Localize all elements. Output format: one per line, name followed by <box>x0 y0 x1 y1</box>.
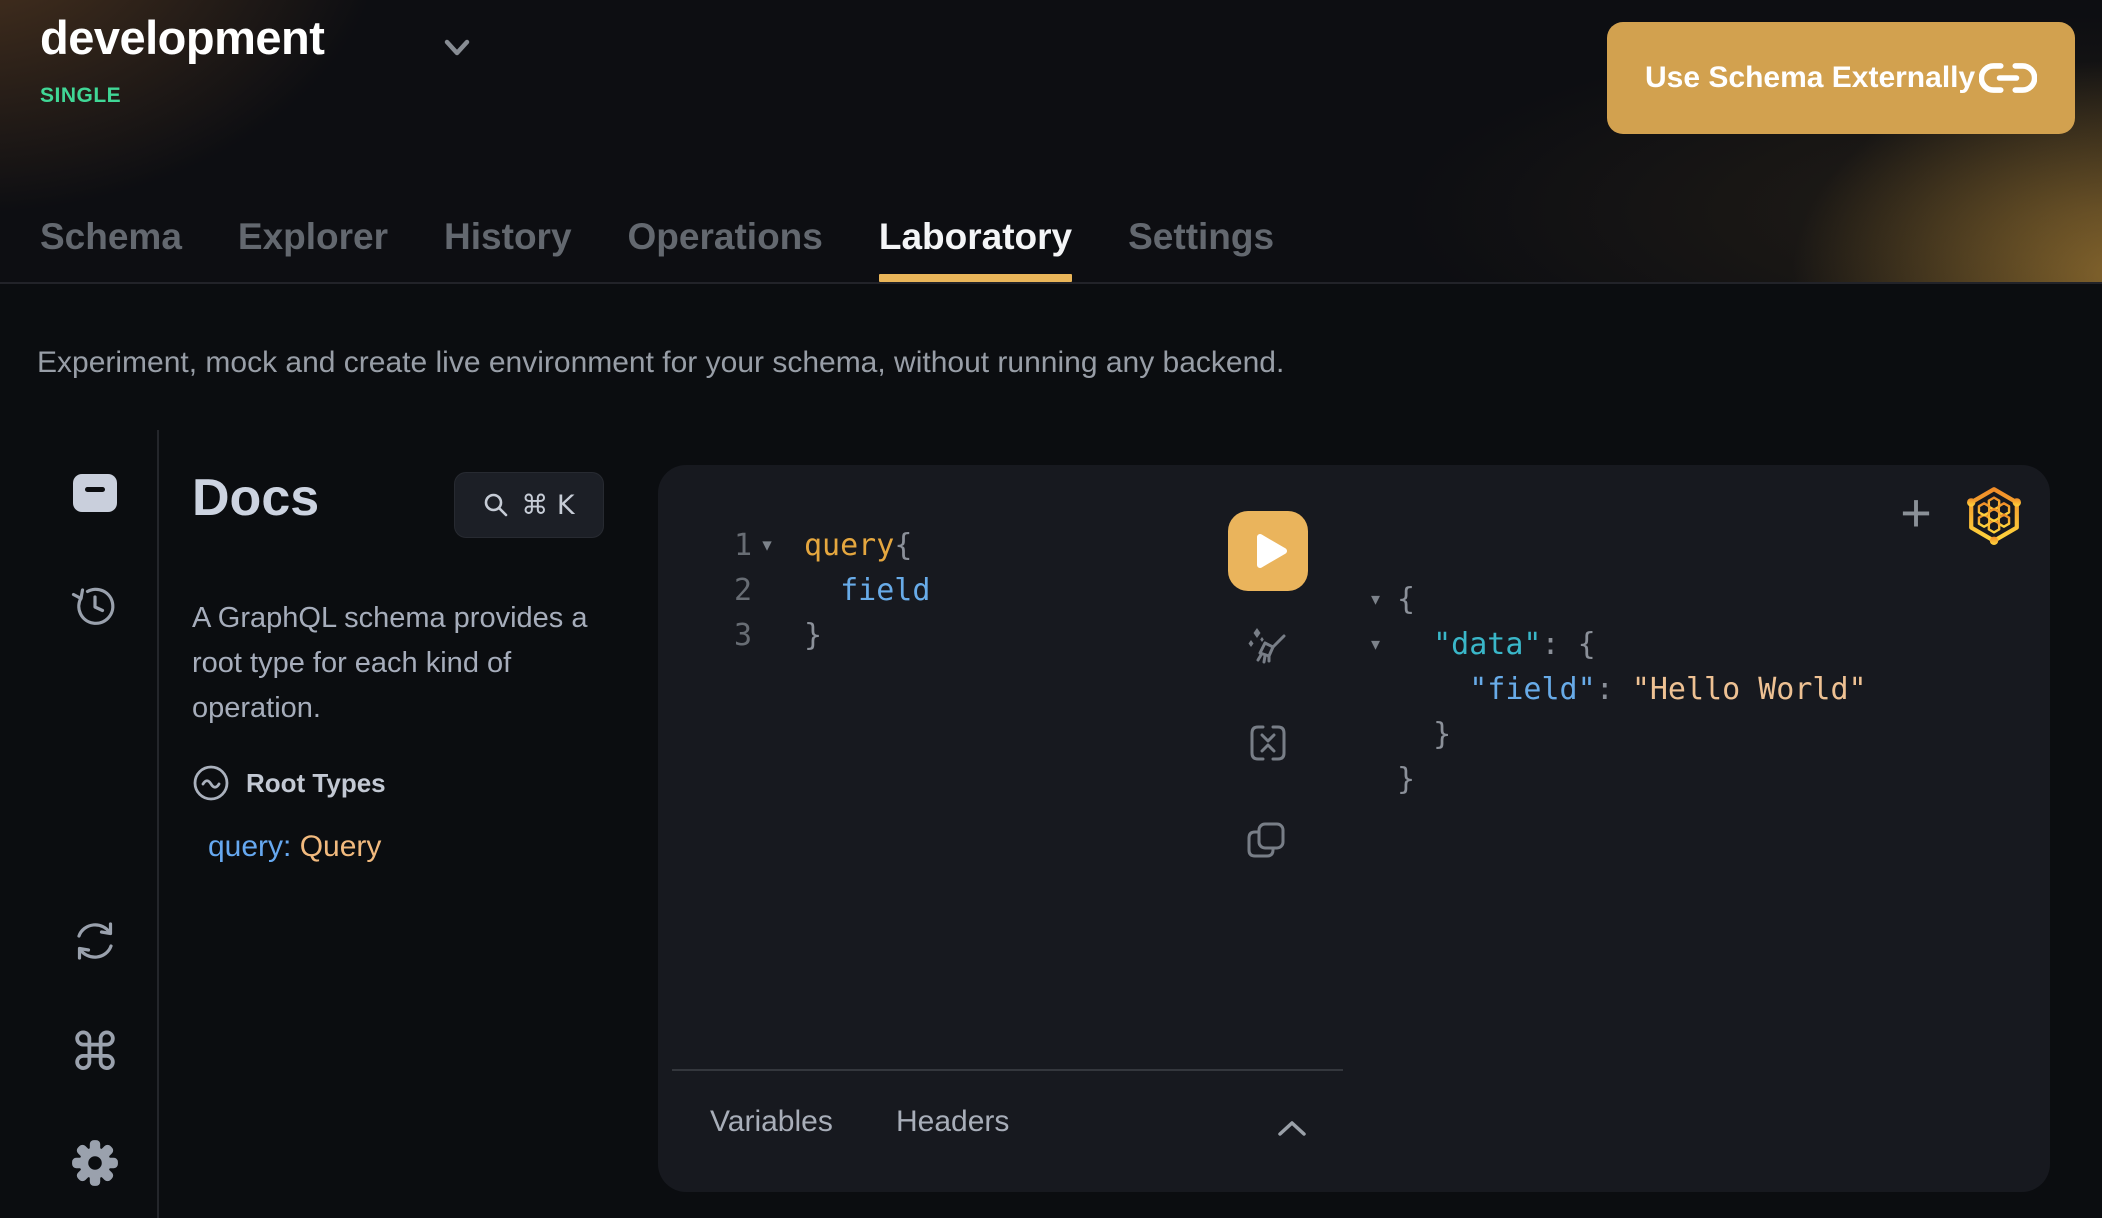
chevron-down-icon <box>436 30 478 64</box>
editor-line: 1 ▾ query{ <box>708 523 930 568</box>
tab-explorer[interactable]: Explorer <box>238 192 388 282</box>
response-text: { <box>1397 577 1415 622</box>
docs-search-button[interactable]: ⌘ K <box>454 472 604 538</box>
prettify-button[interactable] <box>1244 623 1292 671</box>
fold-arrow-icon[interactable]: ▾ <box>752 523 782 568</box>
response-text: "field": "Hello World" <box>1397 667 1867 712</box>
project-switcher[interactable] <box>436 30 478 69</box>
docs-icon <box>71 470 119 516</box>
response-line: ▾ { <box>1371 577 1867 622</box>
tab-schema[interactable]: Schema <box>40 192 182 282</box>
fold-arrow-icon[interactable]: ▾ <box>1371 577 1397 622</box>
laboratory-page: development SINGLE Use Schema Externally… <box>0 0 2102 1218</box>
environment-badge: SINGLE <box>40 84 121 108</box>
reload-icon <box>70 916 120 966</box>
sidebar-item-docs[interactable] <box>70 468 120 518</box>
response-text: "data": { <box>1397 622 1596 667</box>
root-types-section[interactable]: Root Types <box>192 764 386 802</box>
code-text: } <box>782 613 822 658</box>
response-line: "field": "Hello World" <box>1371 667 1867 712</box>
fold-arrow-icon <box>752 613 782 658</box>
link-icon <box>1979 49 2037 107</box>
tab-history[interactable]: History <box>444 192 571 282</box>
prettify-icon <box>1244 623 1292 671</box>
fold-arrow-icon <box>1371 667 1397 712</box>
editor-footer-divider <box>672 1069 1343 1071</box>
root-types-icon <box>192 764 230 802</box>
fold-arrow-icon <box>1371 757 1397 802</box>
gear-icon <box>70 1138 120 1188</box>
sidebar-item-history[interactable] <box>70 580 120 630</box>
main-nav-tabs: Schema Explorer History Operations Labor… <box>40 192 1274 282</box>
docs-description: A GraphQL schema provides a root type fo… <box>192 596 616 731</box>
chevron-up-icon <box>1275 1119 1309 1139</box>
line-number: 3 <box>708 613 752 658</box>
add-tab-button[interactable]: + <box>1890 487 1942 539</box>
code-text: field <box>782 568 930 613</box>
command-icon: ⌘ <box>69 1023 121 1083</box>
line-number: 2 <box>708 568 752 613</box>
copy-query-button[interactable] <box>1242 815 1290 863</box>
root-type-query-link[interactable]: query: Query <box>208 830 381 864</box>
play-icon <box>1246 529 1290 573</box>
response-pane: ▾ { ▾ "data": { "field": "Hello World" }… <box>1371 577 1867 802</box>
tab-settings[interactable]: Settings <box>1128 192 1274 282</box>
tab-variables[interactable]: Variables <box>710 1105 833 1139</box>
sidebar-item-shortcuts[interactable]: ⌘ <box>70 1028 120 1078</box>
code-text: query{ <box>782 523 912 568</box>
hive-logo-icon <box>1964 485 2024 545</box>
docs-panel: Docs ⌘ K A GraphQL schema provides a roo… <box>192 468 612 528</box>
use-schema-externally-button[interactable]: Use Schema Externally <box>1607 22 2075 134</box>
graphql-hive-logo[interactable] <box>1964 485 2024 545</box>
response-line: ▾ "data": { <box>1371 622 1867 667</box>
sidebar-divider <box>157 430 159 1218</box>
sidebar-item-reload-schema[interactable] <box>70 916 120 966</box>
fold-arrow-icon <box>1371 712 1397 757</box>
page-header: development SINGLE Use Schema Externally… <box>0 0 2102 284</box>
tab-laboratory[interactable]: Laboratory <box>879 192 1072 282</box>
root-field-separator: : <box>283 830 300 863</box>
root-field-name: query <box>208 830 283 863</box>
page-subtitle: Experiment, mock and create live environ… <box>37 346 1284 380</box>
root-type-name[interactable]: Query <box>300 830 382 863</box>
graphiql-panel: 1 ▾ query{ 2 field 3 } <box>658 465 2050 1192</box>
response-line: } <box>1371 712 1867 757</box>
query-editor[interactable]: 1 ▾ query{ 2 field 3 } <box>708 523 930 658</box>
editor-line: 2 field <box>708 568 930 613</box>
history-icon <box>70 580 120 630</box>
response-line: } <box>1371 757 1867 802</box>
project-title: development <box>40 10 324 65</box>
response-text: } <box>1397 757 1415 802</box>
root-types-label: Root Types <box>246 768 386 799</box>
tab-headers[interactable]: Headers <box>896 1105 1009 1139</box>
use-schema-externally-label: Use Schema Externally <box>1645 61 1975 95</box>
fold-arrow-icon <box>752 568 782 613</box>
search-shortcut-label: ⌘ K <box>521 490 574 521</box>
response-text: } <box>1397 712 1451 757</box>
collapse-footer-button[interactable] <box>1272 1111 1312 1147</box>
editor-line: 3 } <box>708 613 930 658</box>
tab-operations[interactable]: Operations <box>628 192 823 282</box>
sidebar-item-settings[interactable] <box>70 1138 120 1188</box>
fold-arrow-icon[interactable]: ▾ <box>1371 622 1397 667</box>
line-number: 1 <box>708 523 752 568</box>
search-icon <box>483 492 509 518</box>
execute-query-button[interactable] <box>1228 511 1308 591</box>
merge-fragments-button[interactable] <box>1244 719 1292 767</box>
copy-icon <box>1242 815 1290 863</box>
merge-icon <box>1244 719 1292 767</box>
